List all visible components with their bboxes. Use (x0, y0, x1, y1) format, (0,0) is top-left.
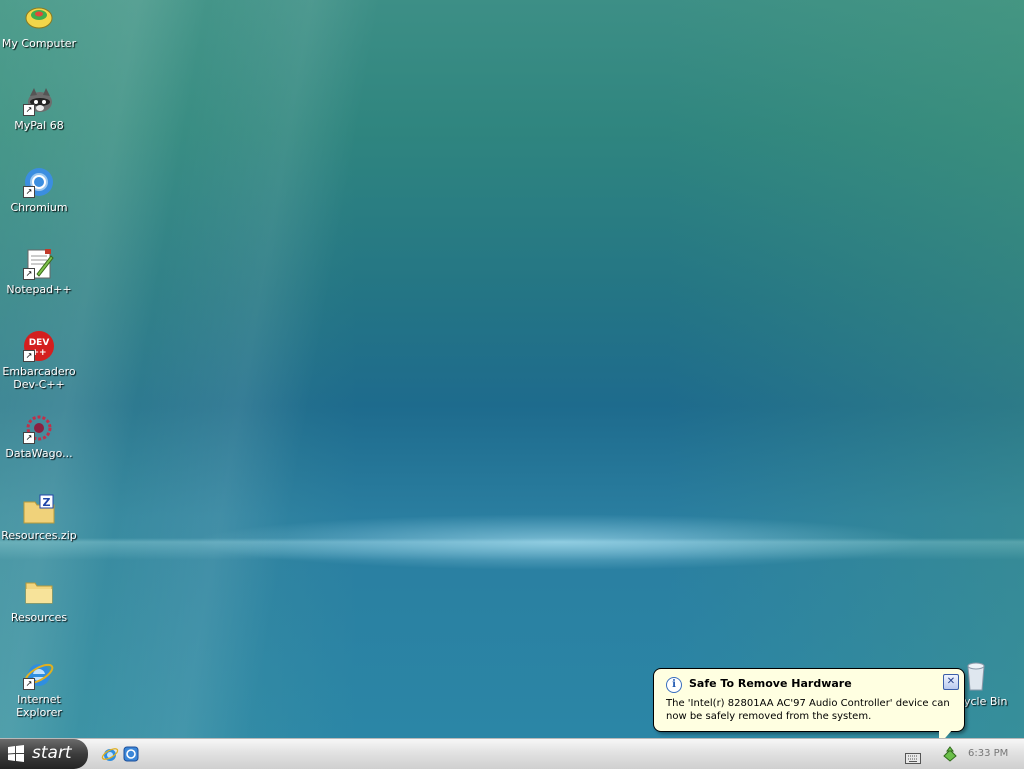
desktop-icon-devcpp[interactable]: DEV ++ ↗ Embarcadero Dev-C++ (1, 330, 77, 391)
balloon-message: The 'Intel(r) 82801AA AC'97 Audio Contro… (666, 698, 950, 722)
label-line: Dev-C++ (13, 378, 65, 391)
mypal-icon: ↗ (23, 84, 55, 116)
balloon-tail (939, 729, 953, 738)
desktop-icon-label: Chromium (10, 201, 68, 214)
desktop-icon-label: Resources (10, 611, 68, 624)
clock[interactable]: 6:33 PM (968, 748, 1008, 759)
desktop-icon-label: MyPal 68 (14, 119, 64, 132)
shortcut-arrow-icon: ↗ (23, 432, 35, 444)
start-label: start (32, 743, 72, 763)
svg-text:Z: Z (43, 496, 51, 509)
desktop-icon-internet-explorer[interactable]: ↗ Internet Explorer (1, 658, 77, 719)
my-computer-icon (23, 2, 55, 34)
svg-text:DEV: DEV (29, 338, 50, 348)
desktop-icon-resources-folder[interactable]: Resources (1, 576, 77, 624)
desktop-icon-label: Resources.zip (1, 529, 77, 542)
windows-flag-icon (8, 745, 24, 762)
shortcut-arrow-icon: ↗ (23, 268, 35, 280)
label-line: Embarcadero (2, 365, 76, 378)
desktop-icon-chromium[interactable]: ↗ Chromium (1, 166, 77, 214)
label-line: Internet (17, 693, 61, 706)
quicklaunch-browser-icon[interactable] (122, 745, 140, 763)
start-button[interactable]: start (0, 739, 88, 769)
desktop-icon-notepadpp[interactable]: ↗ Notepad++ (1, 248, 77, 296)
folder-icon (23, 576, 55, 608)
shortcut-arrow-icon: ↗ (23, 678, 35, 690)
desktop-icon-label: DataWago... (5, 447, 73, 460)
notepadpp-icon: ↗ (23, 248, 55, 280)
desktop-icon-resources-zip[interactable]: Z Resources.zip (1, 494, 77, 542)
notification-balloon: i Safe To Remove Hardware ✕ The 'Intel(r… (653, 668, 965, 738)
chromium-icon: ↗ (23, 166, 55, 198)
close-button[interactable]: ✕ (943, 674, 959, 690)
shortcut-arrow-icon: ↗ (23, 350, 35, 362)
keyboard-icon[interactable] (905, 749, 921, 764)
datawago-icon: ↗ (23, 412, 55, 444)
desktop-icon-datawago[interactable]: ↗ DataWago... (1, 412, 77, 460)
info-icon: i (666, 677, 682, 693)
desktop-icon-label: Internet Explorer (1, 693, 77, 719)
shortcut-arrow-icon: ↗ (23, 104, 35, 116)
desktop-icon-my-computer[interactable]: My Computer (1, 2, 77, 50)
safely-remove-hardware-icon[interactable] (942, 746, 958, 762)
internet-explorer-icon: ↗ (23, 658, 55, 690)
balloon-title: Safe To Remove Hardware (689, 677, 852, 690)
quicklaunch-internet-explorer-icon[interactable] (101, 745, 119, 763)
desktop-icon-label: Embarcadero Dev-C++ (1, 365, 77, 391)
desktop-icon-label: My Computer (1, 37, 77, 50)
zip-folder-icon: Z (23, 494, 55, 526)
desktop-icon-mypal[interactable]: ↗ MyPal 68 (1, 84, 77, 132)
devcpp-icon: DEV ++ ↗ (23, 330, 55, 362)
taskbar: start 6:33 PM (0, 738, 1024, 769)
desktop-icon-label: Notepad++ (6, 283, 72, 296)
shortcut-arrow-icon: ↗ (23, 186, 35, 198)
label-line: Explorer (16, 706, 62, 719)
desktop[interactable]: My Computer ↗ MyPal 68 ↗ Chromium ↗ Note… (0, 0, 1024, 738)
